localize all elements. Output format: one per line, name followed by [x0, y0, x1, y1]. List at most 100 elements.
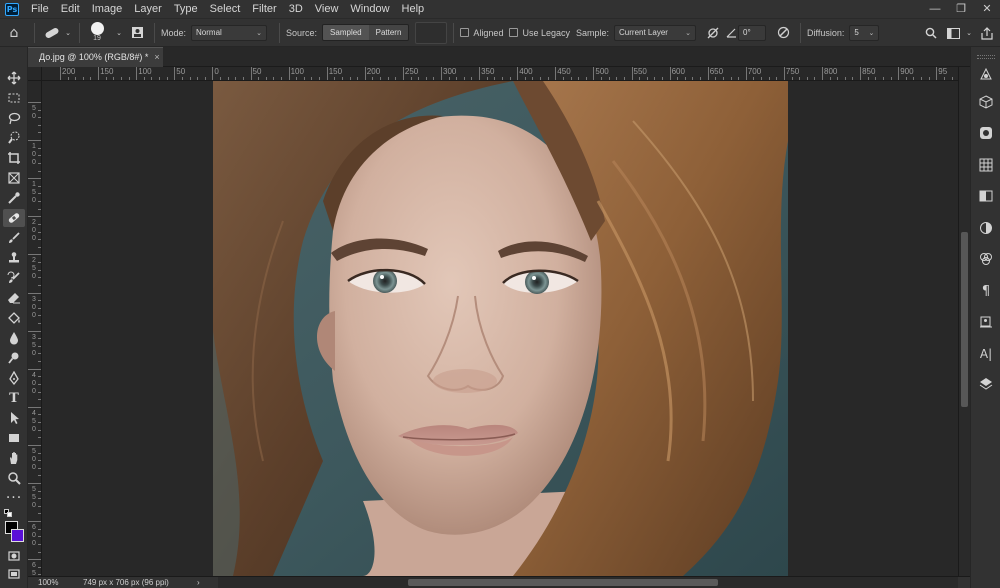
document-tab[interactable]: До.jpg @ 100% (RGB/8#) * × — [28, 47, 163, 67]
layers-icon[interactable] — [976, 374, 996, 394]
workspace-icon[interactable] — [942, 27, 964, 39]
canvas-area[interactable] — [42, 81, 958, 576]
pressure-size-icon[interactable] — [772, 26, 794, 39]
restore-button[interactable]: ❐ — [948, 0, 974, 18]
move-icon[interactable] — [3, 69, 25, 87]
ruler-h-label: 500 — [595, 67, 609, 76]
default-colors-icon[interactable] — [4, 509, 12, 517]
menu-image[interactable]: Image — [86, 0, 129, 18]
ruler-minor-tick — [38, 117, 41, 119]
ruler-minor-tick — [38, 566, 41, 568]
aligned-checkbox[interactable]: Aligned — [460, 28, 503, 38]
angle-value: 0° — [743, 28, 751, 37]
source-toggle[interactable]: Sampled Pattern — [322, 24, 410, 41]
quick-mask-icon[interactable] — [3, 547, 25, 565]
menu-file[interactable]: File — [25, 0, 55, 18]
source-sampled-button[interactable]: Sampled — [323, 25, 369, 40]
pattern-picker[interactable] — [415, 21, 448, 44]
ruler-minor-tick — [684, 77, 686, 80]
menu-help[interactable]: Help — [396, 0, 431, 18]
screen-mode-icon[interactable] — [3, 565, 25, 583]
menu-layer[interactable]: Layer — [128, 0, 168, 18]
home-icon[interactable]: ⌂ — [0, 25, 28, 41]
workspace-dropdown-icon[interactable]: ⌄ — [964, 29, 974, 37]
aligned-checkbox-box[interactable] — [460, 28, 470, 37]
history-brush-icon[interactable] — [3, 269, 25, 287]
path-select-icon[interactable] — [3, 409, 25, 427]
vertical-scrollbar[interactable] — [958, 67, 970, 576]
horizontal-scroll-thumb[interactable] — [408, 579, 718, 586]
eraser-icon[interactable] — [3, 289, 25, 307]
menu-3d[interactable]: 3D — [283, 0, 309, 18]
vertical-scroll-thumb[interactable] — [961, 232, 968, 407]
clone-stamp-icon[interactable] — [3, 249, 25, 267]
channels-icon[interactable] — [976, 249, 996, 269]
source-pattern-button[interactable]: Pattern — [368, 25, 409, 40]
search-icon[interactable] — [920, 27, 942, 39]
menu-window[interactable]: Window — [344, 0, 395, 18]
zoom-icon[interactable] — [3, 469, 25, 487]
angle-input[interactable]: 0° — [738, 24, 767, 41]
3d-icon[interactable] — [976, 92, 996, 112]
ruler-minor-tick — [105, 77, 107, 80]
frame-icon[interactable] — [3, 169, 25, 187]
minimize-button[interactable]: — — [922, 0, 948, 18]
ruler-minor-tick — [38, 460, 41, 462]
brush-dropdown-icon[interactable]: ⌄ — [114, 29, 124, 37]
clone-source-panel-icon[interactable] — [126, 26, 148, 39]
paint-bucket-icon[interactable] — [3, 309, 25, 327]
quick-select-icon[interactable] — [3, 129, 25, 147]
brush-icon[interactable] — [3, 229, 25, 247]
mode-select[interactable]: Normal ⌄ — [191, 24, 268, 41]
menu-view[interactable]: View — [309, 0, 345, 18]
ignore-adjustment-layers-icon[interactable] — [702, 27, 724, 39]
navigator-icon[interactable] — [976, 64, 996, 84]
ruler-origin[interactable] — [28, 67, 42, 81]
dodge-icon[interactable] — [3, 349, 25, 367]
paragraph-icon[interactable]: ¶ — [976, 281, 996, 301]
status-menu-arrow[interactable]: › — [197, 578, 200, 587]
healing-brush-preset-icon[interactable] — [41, 27, 63, 39]
blur-icon[interactable] — [3, 329, 25, 347]
eyedropper-icon[interactable] — [3, 189, 25, 207]
adjustments-icon[interactable] — [976, 218, 996, 238]
gradients-icon[interactable] — [976, 186, 996, 206]
hand-icon[interactable] — [3, 449, 25, 467]
type-icon[interactable]: T — [3, 389, 25, 407]
menu-type[interactable]: Type — [168, 0, 204, 18]
color-icon[interactable] — [976, 123, 996, 143]
background-color-swatch[interactable] — [11, 529, 24, 542]
use-legacy-checkbox[interactable]: Use Legacy — [509, 28, 570, 38]
pen-icon[interactable] — [3, 369, 25, 387]
lasso-icon[interactable] — [3, 109, 25, 127]
character-icon[interactable] — [976, 312, 996, 332]
diffusion-input[interactable]: 5 ⌄ — [849, 24, 880, 41]
zoom-level[interactable]: 100% — [38, 578, 83, 587]
more-icon[interactable]: ··· — [3, 489, 25, 507]
ruler-h-label: 700 — [747, 67, 762, 76]
ruler-major-tick — [441, 67, 442, 80]
brush-size-picker[interactable]: 19 — [86, 22, 108, 43]
ruler-minor-tick — [143, 77, 145, 80]
use-legacy-checkbox-box[interactable] — [509, 28, 519, 37]
panel-grip[interactable] — [977, 55, 995, 59]
menu-filter[interactable]: Filter — [246, 0, 282, 18]
crop-icon[interactable] — [3, 149, 25, 167]
horizontal-scrollbar[interactable] — [218, 577, 958, 588]
document-image[interactable] — [213, 81, 788, 576]
healing-brush-icon[interactable] — [3, 209, 25, 227]
sample-select[interactable]: Current Layer ⌄ — [614, 24, 697, 41]
menu-edit[interactable]: Edit — [55, 0, 86, 18]
preset-dropdown-icon[interactable]: ⌄ — [63, 29, 73, 37]
menu-select[interactable]: Select — [204, 0, 247, 18]
ruler-minor-tick — [334, 77, 336, 80]
close-window-button[interactable]: ✕ — [974, 0, 1000, 18]
ruler-v-label: 300 — [32, 295, 36, 319]
share-icon[interactable] — [974, 26, 1000, 40]
marquee-icon[interactable] — [3, 89, 25, 107]
rectangle-icon[interactable] — [3, 429, 25, 447]
glyphs-icon[interactable]: A| — [976, 344, 996, 364]
close-tab-icon[interactable]: × — [154, 52, 159, 62]
ruler-minor-tick — [730, 77, 732, 80]
swatches-icon[interactable] — [976, 155, 996, 175]
